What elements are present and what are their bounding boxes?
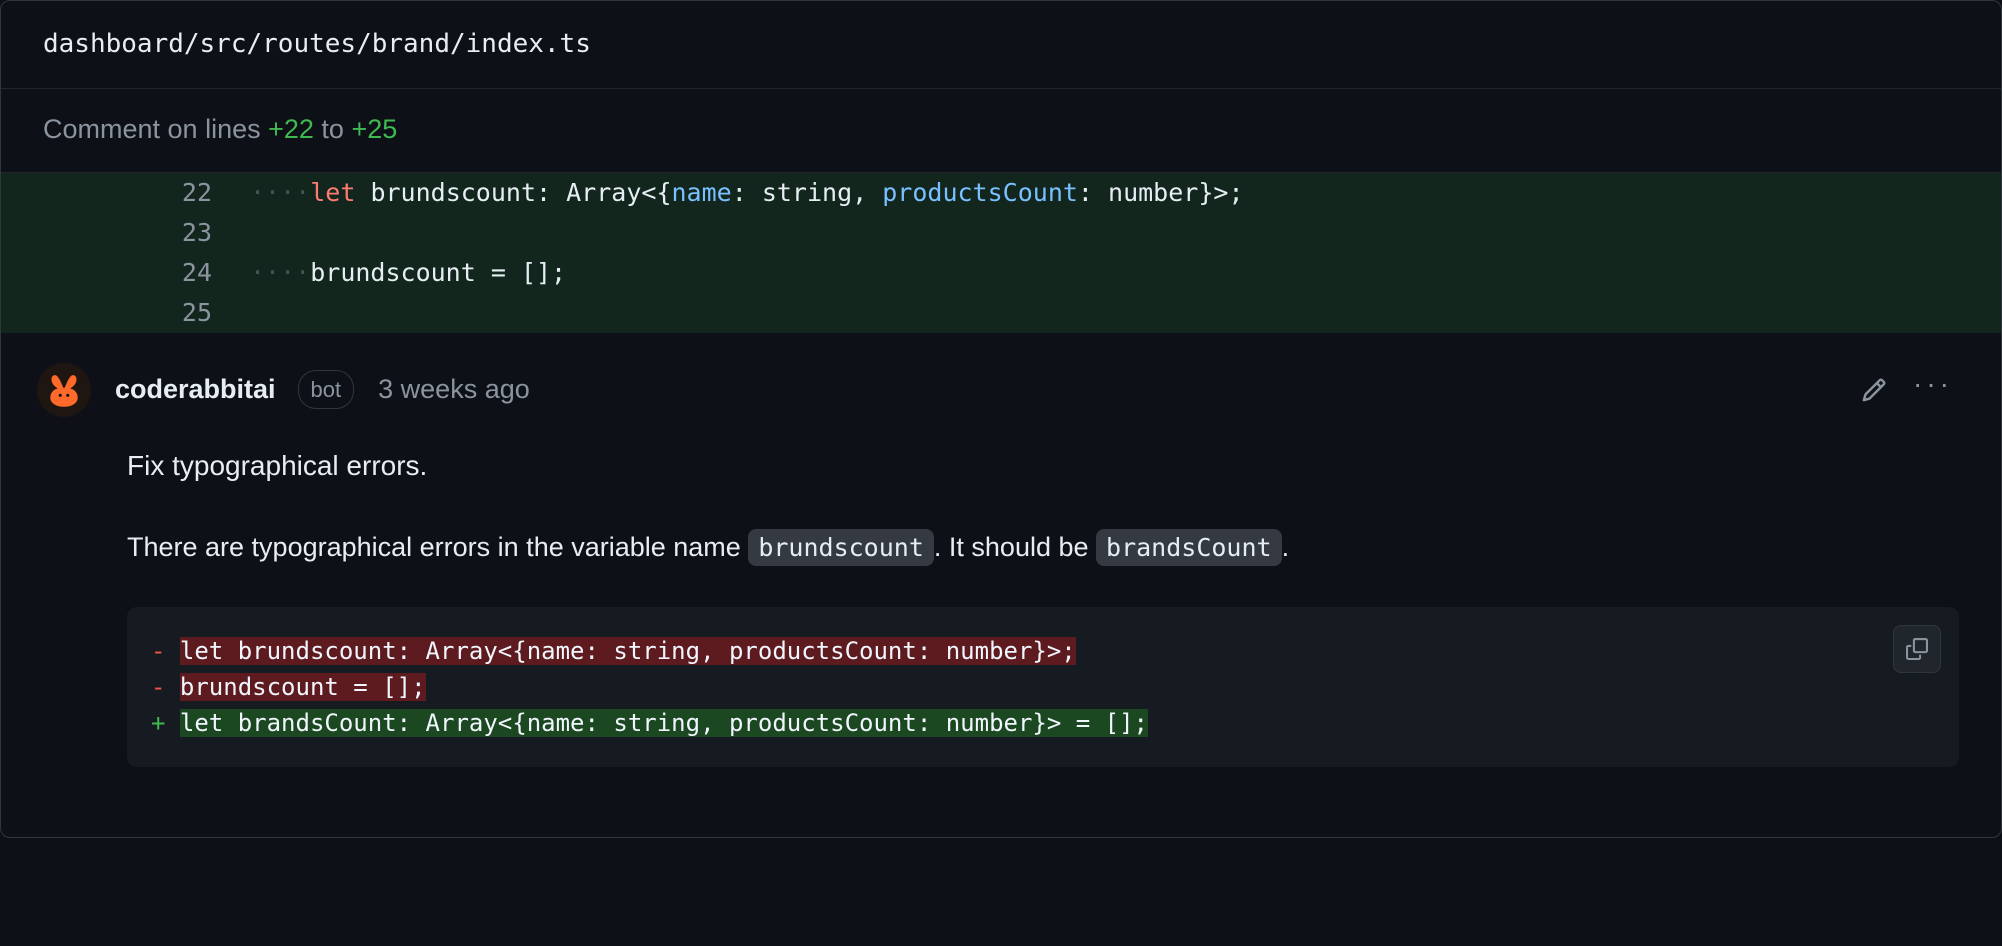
range-from[interactable]: +22	[268, 114, 314, 144]
inline-code: brandsCount	[1096, 529, 1282, 566]
code-content	[242, 293, 2001, 333]
range-prefix: Comment on lines	[43, 114, 268, 144]
desc-text: . It should be	[934, 532, 1096, 562]
diff-deletion: - let brundscount: Array<{name: string, …	[151, 633, 1935, 669]
kebab-icon: ···	[1913, 377, 1953, 391]
diff-content: - let brundscount: Array<{name: string, …	[151, 633, 1935, 741]
line-number[interactable]: 25	[1, 293, 242, 333]
review-comment-container: dashboard/src/routes/brand/index.ts Comm…	[0, 0, 2002, 838]
comment-description: There are typographical errors in the va…	[127, 527, 1959, 568]
bot-badge: bot	[298, 370, 355, 409]
inline-code: brundscount	[748, 529, 934, 566]
code-snippet: 22····let brundscount: Array<{name: stri…	[1, 173, 2001, 333]
pencil-icon	[1861, 377, 1887, 403]
code-line: 24····brundscount = [];	[1, 253, 2001, 293]
code-content: ····brundscount = [];	[242, 253, 2001, 293]
comment-summary: Fix typographical errors.	[127, 445, 1959, 487]
diff-addition: + let brandsCount: Array<{name: string, …	[151, 705, 1935, 741]
file-header: dashboard/src/routes/brand/index.ts	[1, 1, 2001, 89]
code-content: ····let brundscount: Array<{name: string…	[242, 173, 2001, 213]
avatar[interactable]	[37, 363, 91, 417]
comment-header: coderabbitai bot 3 weeks ago ···	[37, 363, 1959, 417]
line-number[interactable]: 22	[1, 173, 242, 213]
comment-line-range: Comment on lines +22 to +25	[1, 89, 2001, 173]
copy-icon	[1906, 638, 1928, 660]
code-line: 23	[1, 213, 2001, 253]
file-path[interactable]: dashboard/src/routes/brand/index.ts	[43, 29, 591, 59]
range-to-word: to	[314, 114, 352, 144]
desc-text: .	[1282, 532, 1290, 562]
more-actions-button[interactable]: ···	[1907, 377, 1959, 403]
range-to[interactable]: +25	[351, 114, 397, 144]
suggested-change-block: - let brundscount: Array<{name: string, …	[127, 607, 1959, 767]
comment-body: Fix typographical errors. There are typo…	[127, 445, 1959, 768]
rabbit-icon	[45, 371, 83, 409]
line-number[interactable]: 23	[1, 213, 242, 253]
comment-author[interactable]: coderabbitai	[115, 369, 276, 410]
code-line: 22····let brundscount: Array<{name: stri…	[1, 173, 2001, 213]
code-line: 25	[1, 293, 2001, 333]
review-comment: coderabbitai bot 3 weeks ago ··· Fix typ…	[1, 333, 2001, 838]
desc-text: There are typographical errors in the va…	[127, 532, 748, 562]
code-content	[242, 213, 2001, 253]
comment-timestamp[interactable]: 3 weeks ago	[378, 369, 530, 410]
edit-button[interactable]	[1855, 371, 1893, 409]
line-number[interactable]: 24	[1, 253, 242, 293]
copy-button[interactable]	[1893, 625, 1941, 673]
diff-deletion: - brundscount = [];	[151, 669, 1935, 705]
